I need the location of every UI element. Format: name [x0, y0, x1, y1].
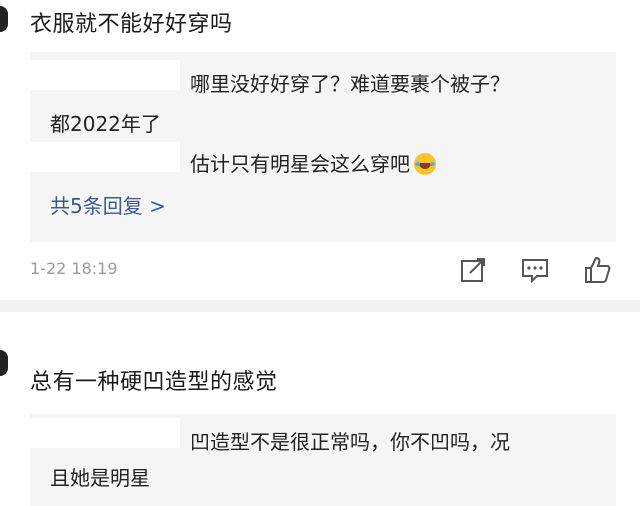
reply-box: 哪里没好好穿了？难道要裹个被子？ 都2022年了 估计只有明星会这么穿吧 共5条… — [30, 52, 616, 242]
laughing-emoji-icon — [414, 153, 436, 175]
reply-text: 且她是明星 — [50, 466, 150, 490]
comment-icon[interactable] — [520, 255, 550, 285]
reply-text: 凹造型不是很正常吗，你不凹吗，况 — [190, 430, 510, 454]
comment-text: 总有一种硬凹造型的感觉 — [30, 370, 278, 395]
reply-text: 估计只有明星会这么穿吧 — [190, 148, 436, 177]
comment-divider — [0, 300, 640, 312]
redacted-username — [30, 142, 180, 172]
comment-timestamp: 1-22 18:19 — [30, 259, 118, 278]
reply-text: 哪里没好好穿了？难道要裹个被子？ — [190, 72, 510, 96]
share-icon[interactable] — [458, 255, 488, 285]
avatar[interactable] — [0, 350, 8, 376]
redacted-username — [30, 60, 180, 90]
reply-box: 凹造型不是很正常吗，你不凹吗，况 且她是明星 — [30, 414, 616, 506]
reply-text-content: 估计只有明星会这么穿吧 — [190, 152, 410, 176]
more-replies-link[interactable]: 共5条回复 > — [50, 190, 166, 219]
like-icon[interactable] — [582, 255, 612, 285]
avatar[interactable] — [0, 6, 8, 32]
reply-text: 都2022年了 — [50, 112, 161, 136]
comment-text: 衣服就不能好好穿吗 — [30, 12, 233, 37]
comment-meta: 1-22 18:19 — [30, 253, 620, 287]
redacted-username — [30, 418, 180, 448]
